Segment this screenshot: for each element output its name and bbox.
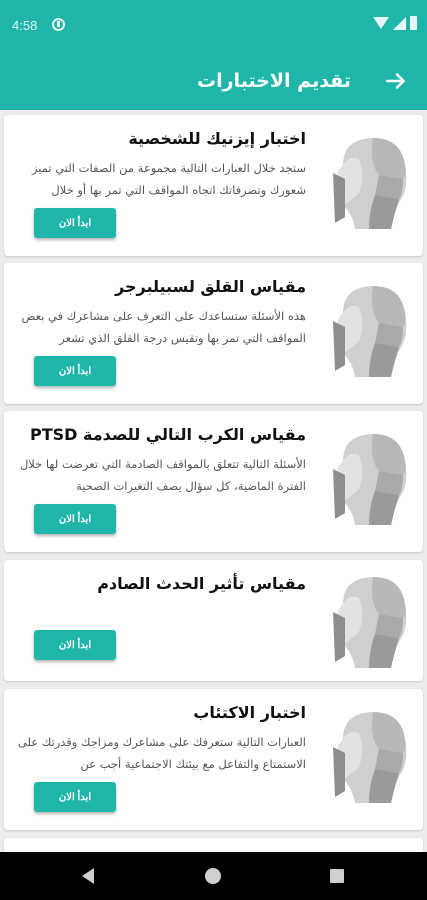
test-description: العبارات التالية ستعرفك على مشاعرك ومزاج… (17, 735, 306, 771)
page-title: تقديم الاختبارات (197, 70, 351, 92)
test-title: مقياس الكرب التالي للصدمة PTSD (30, 425, 306, 444)
test-description: هذه الأسئلة ستساعدك على التعرف على مشاعر… (21, 309, 306, 345)
test-title: اختبار إيزنيك للشخصية (128, 129, 306, 148)
test-card-depression[interactable]: اختبار الاكتئاب العبارات التالية ستعرفك … (4, 689, 423, 830)
wifi-icon (373, 17, 389, 29)
app-notification-icon (52, 18, 65, 31)
start-test-button[interactable]: ابدأ الان (34, 208, 116, 238)
arrow-forward-icon[interactable] (383, 68, 409, 94)
start-test-button[interactable]: ابدأ الان (34, 782, 116, 812)
head-profile-icon (333, 577, 407, 668)
start-test-button[interactable]: ابدأ الان (34, 504, 116, 534)
head-profile-icon (333, 434, 407, 525)
test-card-ptsd[interactable]: مقياس الكرب التالي للصدمة PTSD الأسئلة ا… (4, 411, 423, 552)
test-title: اختبار الاكتئاب (193, 703, 306, 722)
app-bar: تقديم الاختبارات (0, 52, 427, 110)
start-test-button[interactable]: ابدأ الان (34, 356, 116, 386)
test-card-spielberger[interactable]: مقياس القلق لسبيلبرجر هذه الأسئلة ستساعد… (4, 263, 423, 404)
head-profile-icon (333, 138, 407, 229)
nav-back-icon[interactable] (82, 868, 94, 884)
status-icons (373, 16, 417, 30)
test-description: الأسئلة التالية تتعلق بالمواقف الصادمة ا… (19, 457, 306, 493)
test-title: مقياس القلق لسبيلبرجر (115, 277, 306, 296)
battery-icon (410, 16, 417, 30)
head-profile-icon (333, 286, 407, 377)
start-test-button[interactable]: ابدأ الان (34, 630, 116, 660)
test-title: مقياس تأثير الحدث الصادم (97, 574, 306, 593)
nav-recents-icon[interactable] (330, 869, 344, 883)
status-bar: 4:58 (0, 0, 427, 52)
test-description: ستجد خلال العبارات التالية مجموعة من الص… (31, 161, 306, 197)
test-card-eysenck[interactable]: اختبار إيزنيك للشخصية ستجد خلال العبارات… (4, 115, 423, 256)
system-nav-bar (0, 852, 427, 900)
test-card-trauma-impact[interactable]: مقياس تأثير الحدث الصادم ابدأ الان (4, 560, 423, 681)
nav-home-icon[interactable] (205, 868, 221, 884)
status-time: 4:58 (12, 18, 38, 33)
test-list[interactable]: اختبار إيزنيك للشخصية ستجد خلال العبارات… (0, 110, 427, 852)
cell-signal-icon (393, 16, 406, 30)
head-profile-icon (333, 712, 407, 803)
test-card-partial[interactable] (4, 838, 423, 852)
